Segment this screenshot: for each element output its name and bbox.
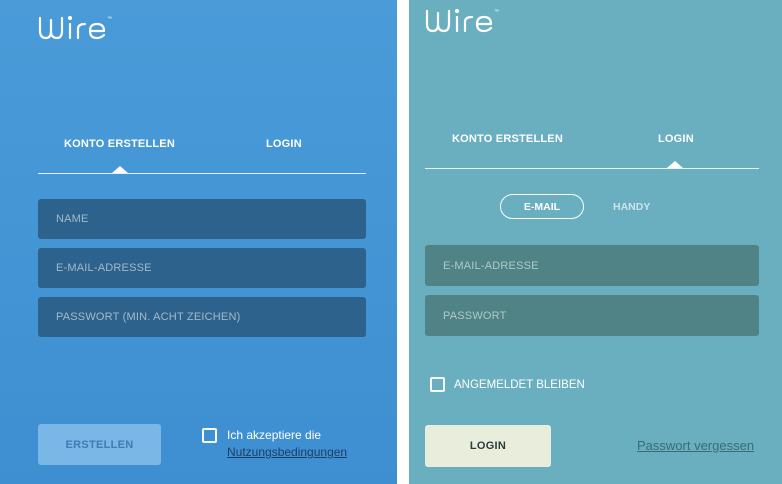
password-input[interactable] bbox=[56, 297, 366, 337]
email-field[interactable] bbox=[38, 248, 366, 288]
terms-text: Ich akzeptiere die bbox=[227, 428, 322, 442]
stay-logged-in-label: ANGEMELDET BLEIBEN bbox=[454, 379, 585, 391]
tab-login[interactable]: LOGIN bbox=[266, 138, 302, 150]
create-account-button[interactable]: ERSTELLEN bbox=[38, 424, 161, 465]
tab-konto-erstellen[interactable]: KONTO ERSTELLEN bbox=[64, 138, 175, 150]
terms-checkbox[interactable] bbox=[202, 428, 217, 443]
name-input[interactable] bbox=[56, 199, 366, 239]
password-field[interactable] bbox=[425, 295, 759, 336]
active-tab-indicator bbox=[667, 161, 683, 168]
tab-login[interactable]: LOGIN bbox=[658, 133, 694, 145]
terms-link[interactable]: Nutzungsbedingungen bbox=[227, 444, 347, 461]
name-field[interactable] bbox=[38, 199, 366, 239]
password-field[interactable] bbox=[38, 297, 366, 337]
auth-tabs: KONTO ERSTELLEN LOGIN bbox=[425, 133, 759, 173]
wire-logo: ™ bbox=[425, 5, 507, 35]
email-input[interactable] bbox=[443, 245, 759, 286]
login-panel: ™ KONTO ERSTELLEN LOGIN E-MAIL HANDY ANG… bbox=[409, 0, 782, 484]
auth-tabs: KONTO ERSTELLEN LOGIN bbox=[38, 138, 366, 178]
wire-logo: ™ bbox=[38, 12, 120, 42]
active-tab-indicator bbox=[112, 166, 128, 173]
create-account-panel: ™ KONTO ERSTELLEN LOGIN ERSTELLEN Ich ak… bbox=[0, 0, 397, 484]
terms-label: Ich akzeptiere die Nutzungsbedingungen bbox=[227, 427, 347, 461]
svg-text:™: ™ bbox=[107, 16, 112, 22]
svg-text:™: ™ bbox=[494, 9, 499, 15]
login-button[interactable]: LOGIN bbox=[425, 425, 551, 467]
tab-divider bbox=[425, 168, 759, 169]
forgot-password-link[interactable]: Passwort vergessen bbox=[637, 438, 754, 453]
password-input[interactable] bbox=[443, 295, 759, 336]
stay-logged-in-checkbox[interactable] bbox=[430, 377, 445, 392]
tab-divider bbox=[38, 173, 366, 174]
email-method-toggle[interactable]: E-MAIL bbox=[500, 194, 584, 219]
tab-konto-erstellen[interactable]: KONTO ERSTELLEN bbox=[452, 133, 563, 145]
email-field[interactable] bbox=[425, 245, 759, 286]
phone-method-toggle[interactable]: HANDY bbox=[613, 201, 650, 213]
email-input[interactable] bbox=[56, 248, 366, 288]
